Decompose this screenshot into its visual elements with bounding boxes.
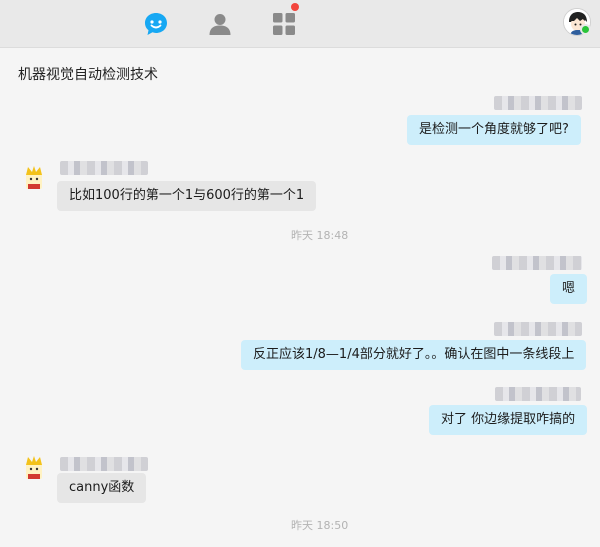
timestamp: 昨天 18:50 <box>291 519 349 532</box>
online-status-dot <box>580 24 591 35</box>
chat-bubble-icon[interactable] <box>142 10 170 38</box>
person-icon[interactable] <box>206 10 234 38</box>
chat-title: 机器视觉自动检测技术 <box>18 67 158 83</box>
sender-name <box>60 161 148 175</box>
message-bubble[interactable]: 是检测一个角度就够了吧? <box>407 115 581 145</box>
message-bubble[interactable]: canny函数 <box>57 473 147 503</box>
top-bar <box>0 0 600 48</box>
message-bubble[interactable]: 对了 你边缘提取咋搞的 <box>429 405 588 435</box>
message-bubble[interactable]: 反正应该1/8—1/4部分就好了。。确认在图中一条线段上 <box>241 340 587 370</box>
notification-badge <box>291 3 299 11</box>
sender-name <box>60 457 148 471</box>
timestamp: 昨天 18:48 <box>291 229 349 242</box>
message-bubble[interactable]: 嗯 <box>550 274 588 304</box>
contact-avatar[interactable] <box>22 455 46 481</box>
sender-name <box>494 322 582 336</box>
sender-name <box>494 96 582 110</box>
sender-name <box>495 387 581 401</box>
sender-name <box>492 256 582 270</box>
grid-icon[interactable] <box>270 10 298 38</box>
contact-avatar[interactable] <box>22 165 46 191</box>
message-bubble[interactable]: 比如100行的第一个1与600行的第一个1 <box>57 181 317 211</box>
